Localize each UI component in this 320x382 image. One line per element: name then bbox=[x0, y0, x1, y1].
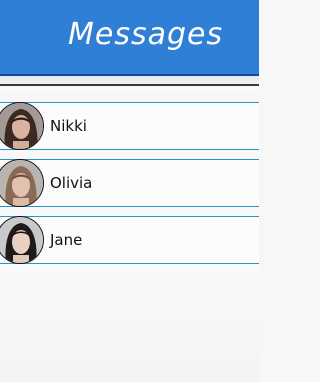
contact-row-jane[interactable]: Jane bbox=[0, 216, 259, 264]
avatar-portrait-icon bbox=[0, 103, 43, 149]
header-shadow bbox=[0, 76, 259, 90]
messages-screen: Messages Nikki Olivia Jane bbox=[0, 0, 259, 382]
page-title: Messages bbox=[68, 17, 224, 52]
contact-name: Nikki bbox=[50, 117, 87, 135]
avatar bbox=[0, 102, 44, 150]
contact-row-olivia[interactable]: Olivia bbox=[0, 159, 259, 207]
contact-name: Jane bbox=[50, 231, 83, 249]
contact-name: Olivia bbox=[50, 174, 93, 192]
avatar bbox=[0, 216, 44, 264]
app-header: Messages bbox=[0, 0, 259, 76]
avatar bbox=[0, 159, 44, 207]
header-divider bbox=[0, 84, 259, 86]
avatar-portrait-icon bbox=[0, 217, 43, 263]
contact-row-nikki[interactable]: Nikki bbox=[0, 102, 259, 150]
avatar-portrait-icon bbox=[0, 160, 43, 206]
